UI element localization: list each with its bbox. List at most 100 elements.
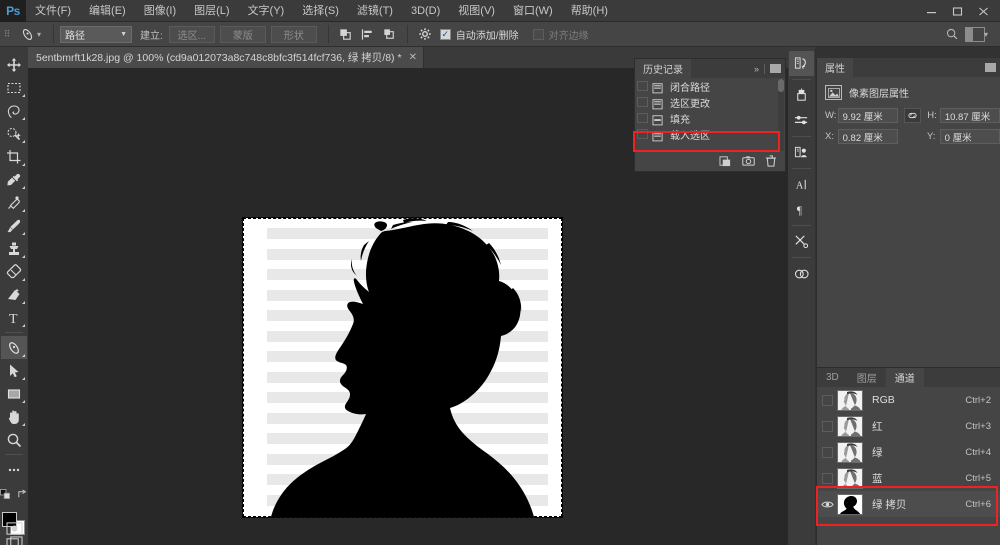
tab-3d[interactable]: 3D	[817, 368, 848, 387]
eyedropper-tool[interactable]	[1, 168, 27, 191]
tool-preset-chevron-icon[interactable]: ▾	[37, 30, 41, 39]
pen-tool[interactable]	[1, 336, 27, 359]
auto-add-delete-checkbox[interactable]: ✓	[440, 29, 451, 40]
new-document-from-state-icon[interactable]	[719, 154, 732, 172]
screen-mode-icon[interactable]	[1, 536, 27, 545]
menu-help[interactable]: 帮助(H)	[562, 0, 617, 22]
maximize-button[interactable]	[944, 3, 970, 20]
menu-type[interactable]: 文字(Y)	[239, 0, 294, 22]
channel-row[interactable]: RGBCtrl+2	[817, 387, 1000, 413]
default-colors-icon[interactable]	[0, 487, 11, 505]
chevron-double-right-icon[interactable]: »	[754, 64, 759, 74]
quick-mask-icon[interactable]	[1, 521, 27, 536]
history-dock-icon[interactable]	[789, 51, 814, 76]
link-dimensions-icon[interactable]	[904, 108, 921, 123]
channel-visibility-toggle[interactable]	[817, 447, 837, 458]
menu-edit[interactable]: 编辑(E)	[80, 0, 135, 22]
panel-menu-icon[interactable]	[985, 63, 996, 72]
tab-layers[interactable]: 图层	[848, 368, 886, 387]
hand-tool[interactable]	[1, 405, 27, 428]
move-tool[interactable]	[1, 53, 27, 76]
rectangle-tool[interactable]	[1, 382, 27, 405]
channel-visibility-toggle[interactable]	[817, 473, 837, 484]
make-mask-button[interactable]: 蒙版	[220, 26, 266, 43]
eye-icon-placeholder[interactable]	[822, 395, 833, 406]
marquee-tool[interactable]	[1, 76, 27, 99]
menu-layer[interactable]: 图层(L)	[185, 0, 238, 22]
options-bar-grip[interactable]: ⠿	[0, 22, 14, 47]
layer-comps-dock-icon[interactable]	[789, 140, 814, 165]
camera-snapshot-icon[interactable]	[742, 154, 755, 172]
history-state-toggle[interactable]	[637, 113, 648, 123]
y-position-field[interactable]: 0 厘米	[940, 129, 1000, 144]
document-canvas[interactable]	[243, 218, 562, 517]
zoom-tool[interactable]	[1, 428, 27, 451]
brush-tool[interactable]	[1, 214, 27, 237]
channel-row[interactable]: 红Ctrl+3	[817, 413, 1000, 439]
menu-3d[interactable]: 3D(D)	[402, 0, 449, 22]
channel-row[interactable]: 蓝Ctrl+5	[817, 465, 1000, 491]
color-dock-icon[interactable]	[789, 83, 814, 108]
lasso-tool[interactable]	[1, 99, 27, 122]
close-icon[interactable]: ✕	[409, 52, 417, 63]
edit-toolbar-button[interactable]	[1, 458, 27, 481]
channel-row[interactable]: 绿Ctrl+4	[817, 439, 1000, 465]
path-arrangement-icon[interactable]	[379, 24, 401, 45]
history-state-row[interactable]: 载入选区	[635, 126, 785, 142]
gradient-tool[interactable]	[1, 283, 27, 306]
libraries-dock-icon[interactable]	[789, 261, 814, 286]
gear-icon[interactable]	[414, 24, 436, 45]
history-state-toggle[interactable]	[637, 97, 648, 107]
path-alignment-icon[interactable]	[357, 24, 379, 45]
crop-tool[interactable]	[1, 145, 27, 168]
channel-row[interactable]: 绿 拷贝Ctrl+6	[817, 491, 1000, 517]
menu-file[interactable]: 文件(F)	[26, 0, 80, 22]
channel-visibility-toggle[interactable]	[817, 500, 837, 509]
eye-icon-placeholder[interactable]	[822, 421, 833, 432]
menu-view[interactable]: 视图(V)	[449, 0, 504, 22]
healing-brush-tool[interactable]	[1, 191, 27, 214]
history-scrollbar-thumb[interactable]	[778, 79, 784, 92]
x-position-field[interactable]: 0.82 厘米	[838, 129, 898, 144]
history-state-row[interactable]: 闭合路径	[635, 78, 785, 94]
character-dock-icon[interactable]: A	[789, 172, 814, 197]
auto-add-delete-group[interactable]: ✓ 自动添加/删除	[440, 27, 519, 42]
menu-select[interactable]: 选择(S)	[293, 0, 348, 22]
eye-icon-placeholder[interactable]	[822, 473, 833, 484]
document-tab[interactable]: 5entbmrft1k28.jpg @ 100% (cd9a012073a8c7…	[28, 47, 424, 68]
trash-icon[interactable]	[765, 154, 777, 172]
search-icon[interactable]	[941, 24, 963, 45]
properties-panel-tab[interactable]: 属性	[817, 58, 853, 77]
channel-visibility-toggle[interactable]	[817, 421, 837, 432]
channel-visibility-toggle[interactable]	[817, 395, 837, 406]
swap-colors-icon[interactable]	[17, 487, 28, 505]
minimize-button[interactable]	[918, 3, 944, 20]
eraser-tool[interactable]	[1, 260, 27, 283]
quick-selection-tool[interactable]	[1, 122, 27, 145]
eye-icon-placeholder[interactable]	[822, 447, 833, 458]
tool-presets-dock-icon[interactable]	[789, 229, 814, 254]
history-panel-tab[interactable]: 历史记录	[635, 59, 691, 78]
history-state-row[interactable]: 填充	[635, 110, 785, 126]
adjustments-dock-icon[interactable]	[789, 108, 814, 133]
width-field[interactable]: 9.92 厘米	[838, 108, 898, 123]
paragraph-dock-icon[interactable]: ¶	[789, 197, 814, 222]
path-operations-icon[interactable]	[335, 24, 357, 45]
menu-window[interactable]: 窗口(W)	[504, 0, 562, 22]
make-selection-button[interactable]: 选区...	[169, 26, 215, 43]
history-state-toggle[interactable]	[637, 81, 648, 91]
history-state-row[interactable]: 选区更改	[635, 94, 785, 110]
path-selection-tool[interactable]	[1, 359, 27, 382]
history-state-toggle[interactable]	[637, 129, 648, 139]
menu-filter[interactable]: 滤镜(T)	[348, 0, 402, 22]
clone-stamp-tool[interactable]	[1, 237, 27, 260]
make-shape-button[interactable]: 形状	[271, 26, 317, 43]
workspace-switcher-icon[interactable]	[965, 27, 985, 42]
menu-image[interactable]: 图像(I)	[135, 0, 185, 22]
panel-menu-icon[interactable]	[770, 64, 781, 73]
close-button[interactable]	[970, 3, 996, 20]
tab-channels[interactable]: 通道	[886, 368, 924, 387]
path-mode-select[interactable]: 路径 ▼	[60, 26, 132, 43]
height-field[interactable]: 10.87 厘米	[940, 108, 1000, 123]
type-tool[interactable]: T	[1, 306, 27, 329]
